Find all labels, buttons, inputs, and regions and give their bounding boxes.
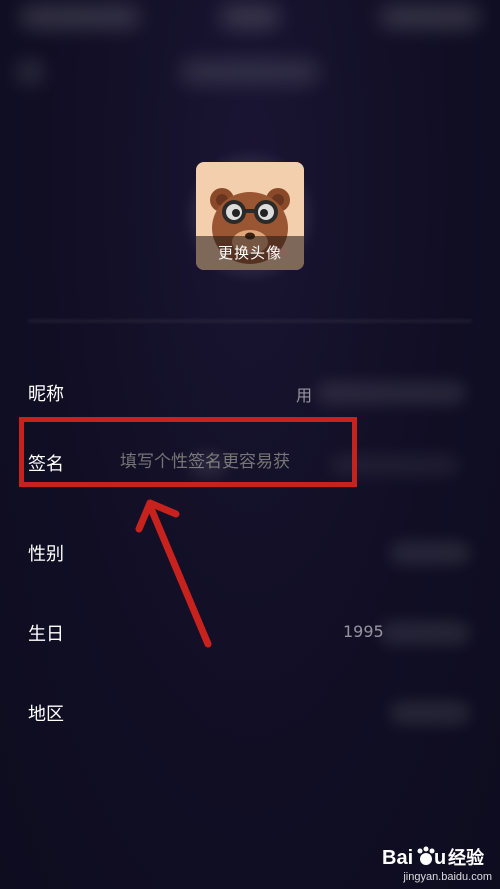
status-notch-blur — [220, 6, 280, 28]
birthday-label: 生日 — [28, 624, 64, 645]
back-icon[interactable] — [16, 60, 44, 84]
gender-value-blur — [390, 542, 470, 564]
nickname-value-blur — [316, 382, 466, 404]
page-title — [180, 60, 320, 84]
watermark-logo: Bai u 经验 — [382, 843, 492, 871]
nickname-row[interactable]: 昵称 用 — [0, 362, 500, 422]
status-icons-blur — [380, 6, 480, 28]
nav-bar — [0, 42, 500, 102]
profile-edit-screen: 更换头像 昵称 用 签名 性别 生日 1995 地区 — [0, 0, 500, 889]
birthday-row[interactable]: 生日 1995 — [0, 602, 500, 662]
nickname-value: 用 — [296, 386, 313, 405]
region-row[interactable]: 地区 — [0, 682, 500, 742]
svg-text:经验: 经验 — [448, 847, 485, 869]
change-avatar-label[interactable]: 更换头像 — [196, 236, 304, 270]
watermark-site: jingyan.baidu.com — [403, 871, 492, 883]
region-value-blur — [390, 702, 470, 724]
section-divider — [28, 320, 472, 322]
baidu-jingyan-watermark: Bai u 经验 jingyan.baidu.com — [382, 843, 492, 883]
signature-highlight-box — [19, 417, 357, 487]
birthday-value-blur — [380, 622, 470, 644]
svg-text:Bai: Bai — [382, 847, 413, 869]
nickname-label: 昵称 — [28, 384, 64, 405]
birthday-value: 1995 — [343, 622, 384, 641]
region-label: 地区 — [28, 704, 64, 725]
gender-label: 性别 — [28, 544, 64, 565]
avatar[interactable]: 更换头像 — [196, 162, 304, 270]
baidu-paw-icon: Bai u 经验 — [382, 846, 485, 869]
svg-text:u: u — [434, 847, 446, 869]
gender-row[interactable]: 性别 — [0, 522, 500, 582]
status-bar — [0, 0, 500, 40]
status-time-blur — [20, 6, 140, 28]
